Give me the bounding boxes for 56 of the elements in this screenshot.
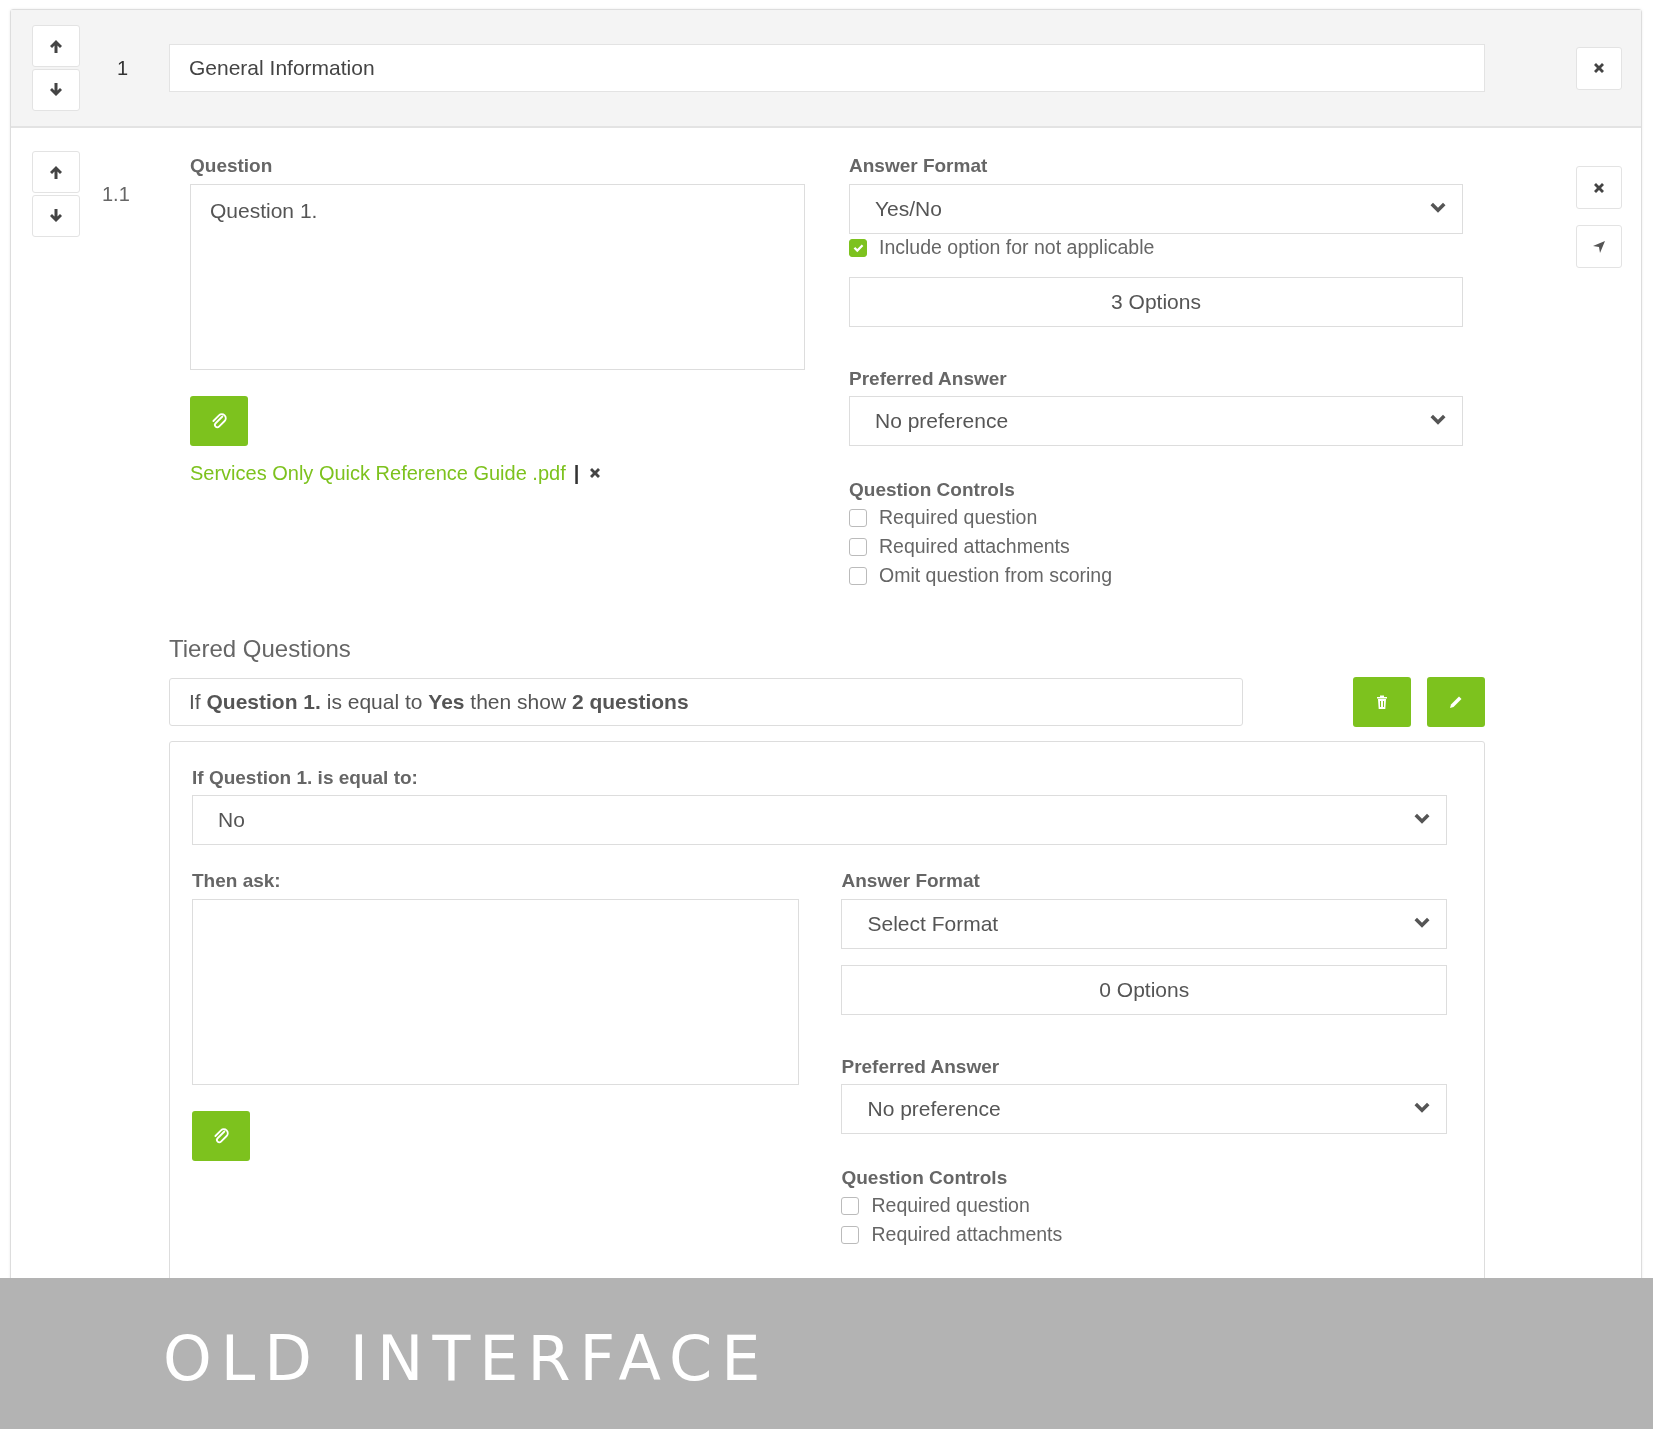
move-down-button[interactable]	[32, 69, 80, 111]
checkbox[interactable]	[849, 567, 867, 585]
section-heading: Tiered Questions	[169, 633, 351, 664]
checkbox-label: Required attachments	[879, 534, 1070, 560]
select-field[interactable]: Yes/No	[849, 183, 1463, 234]
field-label: If Question 1. is equal to:	[192, 765, 418, 790]
arrow-down-icon	[48, 208, 64, 224]
banner-caption: OLD INTERFACE	[163, 1322, 770, 1395]
checkbox[interactable]	[849, 538, 867, 556]
location-arrow-icon	[1591, 238, 1607, 255]
trash-icon	[1374, 693, 1390, 710]
checkbox[interactable]	[849, 239, 867, 257]
field-label: Question Controls	[841, 1166, 1008, 1190]
arrow-up-icon	[48, 164, 64, 180]
select-field[interactable]: No	[192, 795, 1447, 845]
attach-button[interactable]	[192, 1110, 250, 1161]
select-field[interactable]: No preference	[841, 1084, 1447, 1134]
move-up-button[interactable]	[32, 151, 80, 193]
checkbox[interactable]	[841, 1226, 860, 1244]
select-field[interactable]: Select Format	[841, 898, 1447, 949]
checkbox-label: Omit question from scoring	[879, 563, 1112, 589]
arrow-down-icon	[48, 82, 64, 98]
checkbox-label: Required question	[871, 1193, 1030, 1219]
move-down-button[interactable]	[32, 195, 80, 237]
move-up-button[interactable]	[32, 25, 80, 67]
options-button[interactable]: 3 Options	[849, 276, 1463, 327]
separator: |	[573, 460, 580, 486]
checkbox[interactable]	[841, 1197, 860, 1215]
edit-button[interactable]	[1427, 676, 1485, 727]
checkbox[interactable]	[849, 509, 867, 527]
section-title-field[interactable]: General Information	[169, 44, 1485, 92]
attach-button[interactable]	[190, 395, 248, 446]
checkbox-label: Required question	[879, 505, 1038, 531]
paperclip-icon	[212, 1126, 230, 1145]
checkbox-label: Include option for not applicable	[879, 235, 1155, 261]
select-field[interactable]: No preference	[849, 396, 1463, 446]
question-text-field[interactable]	[192, 898, 800, 1085]
field-label: Then ask:	[192, 869, 281, 893]
delete-button[interactable]	[1576, 166, 1622, 209]
question-number: 1.1	[101, 182, 130, 207]
field-label: Question Controls	[849, 478, 1015, 502]
checkbox-label: Required attachments	[871, 1222, 1063, 1248]
navigate-button[interactable]	[1576, 225, 1622, 268]
arrow-up-icon	[48, 38, 64, 54]
field-label: Preferred Answer	[849, 366, 1007, 391]
options-button[interactable]: 0 Options	[841, 964, 1447, 1015]
tiered-rule-summary: If Question 1. is equal to Yes then show 2 questions	[189, 688, 689, 715]
field-label: Answer Format	[841, 869, 980, 893]
delete-button[interactable]	[1576, 46, 1622, 90]
field-label: Answer Format	[849, 154, 988, 178]
section-number: 1	[116, 56, 130, 81]
field-label: Preferred Answer	[841, 1054, 1000, 1079]
question-text-field[interactable]: Question 1.	[190, 183, 805, 370]
field-label: Question	[190, 154, 273, 178]
delete-button[interactable]	[1353, 676, 1411, 727]
paperclip-icon	[210, 411, 228, 430]
